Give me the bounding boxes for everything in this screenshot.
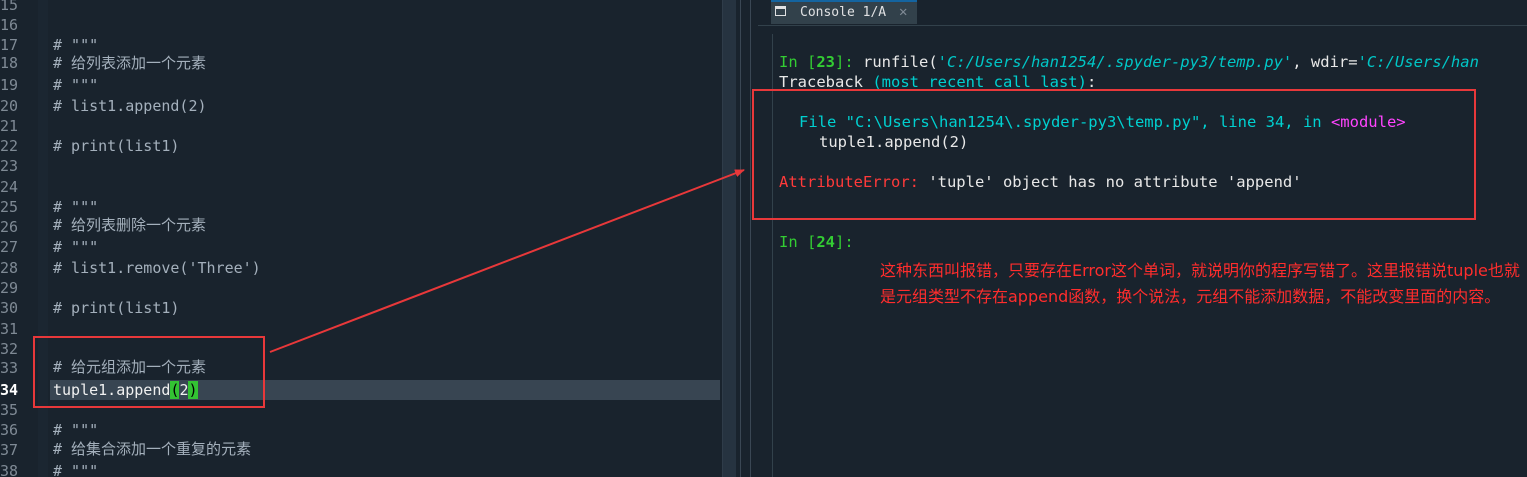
line-number: 22	[0, 137, 19, 155]
line-number: 32	[0, 340, 19, 358]
code-line[interactable]: # """	[53, 420, 98, 440]
code-line[interactable]: # """	[53, 461, 98, 477]
tab-label: Console 1/A	[800, 5, 887, 20]
code-line[interactable]: # print(list1)	[53, 136, 179, 156]
string-literal: 'C:/Users/han	[1357, 53, 1479, 71]
line-number: 30	[0, 299, 19, 317]
code-line[interactable]: # """	[53, 75, 98, 95]
prompt-label: In [	[779, 233, 817, 251]
code-line[interactable]: # 给列表添加一个元素	[53, 53, 206, 73]
annotation-box-error	[752, 89, 1476, 220]
line-number: 35	[0, 401, 19, 419]
line-number: 26	[0, 218, 19, 236]
close-icon[interactable]: ✕	[899, 2, 907, 23]
prompt-label: ]:	[835, 233, 854, 251]
line-number: 36	[0, 421, 19, 439]
tab-console-1a[interactable]: Console 1/A ✕	[771, 0, 917, 24]
line-number: 15	[0, 0, 19, 14]
line-number: 38	[0, 462, 19, 477]
code-line[interactable]: # """	[53, 197, 98, 217]
input-line-24: In [24]:	[779, 232, 854, 252]
line-number: 16	[0, 16, 19, 34]
prompt-number: 24	[816, 233, 835, 251]
line-number: 25	[0, 198, 19, 216]
code-line[interactable]: # print(list1)	[53, 298, 179, 318]
console-window-icon	[775, 6, 786, 16]
console-tab-bar: Console 1/A ✕	[758, 0, 1527, 26]
ipython-console-pane: Console 1/A ✕ In [23]: runfile('C:/Users…	[758, 0, 1527, 477]
line-number: 37	[0, 441, 19, 459]
splitter-line	[740, 0, 741, 477]
code-line[interactable]: # list1.append(2)	[53, 96, 207, 116]
line-number: 23	[0, 157, 19, 175]
code-line[interactable]: # 给列表删除一个元素	[53, 215, 206, 235]
input-line-23: In [23]: runfile('C:/Users/han1254/.spyd…	[779, 52, 1479, 72]
line-number: 18	[0, 54, 19, 72]
line-number: 17	[0, 36, 19, 54]
line-number: 19	[0, 76, 19, 94]
code-line[interactable]: # list1.remove('Three')	[53, 258, 261, 278]
editor-scrollbar[interactable]	[722, 0, 737, 477]
command-text: , wdir=	[1292, 53, 1358, 71]
line-number: 20	[0, 97, 19, 115]
code-line[interactable]: # """	[53, 35, 98, 55]
annotation-box-code	[33, 336, 265, 408]
prompt-number: 23	[816, 53, 835, 71]
line-number: 29	[0, 279, 19, 297]
prompt-label: In [	[779, 53, 817, 71]
line-number: 33	[0, 359, 19, 377]
command-text: runfile(	[863, 53, 938, 71]
line-number: 28	[0, 259, 19, 277]
line-number: 24	[0, 178, 19, 196]
current-line-number: 34	[0, 381, 19, 399]
prompt-label: ]:	[835, 53, 863, 71]
line-number: 31	[0, 320, 19, 338]
splitter-line	[750, 0, 751, 477]
code-line[interactable]: # 给集合添加一个重复的元素	[53, 439, 251, 459]
string-literal: 'C:/Users/han1254/.spyder-py3/temp.py'	[937, 53, 1293, 71]
annotation-note: 这种东西叫报错，只要存在Error这个单词，就说明你的程序写错了。这里报错说tu…	[880, 261, 1520, 306]
pane-splitter[interactable]	[736, 0, 758, 477]
line-number: 27	[0, 238, 19, 256]
line-number: 21	[0, 117, 19, 135]
code-line[interactable]: # """	[53, 237, 98, 257]
